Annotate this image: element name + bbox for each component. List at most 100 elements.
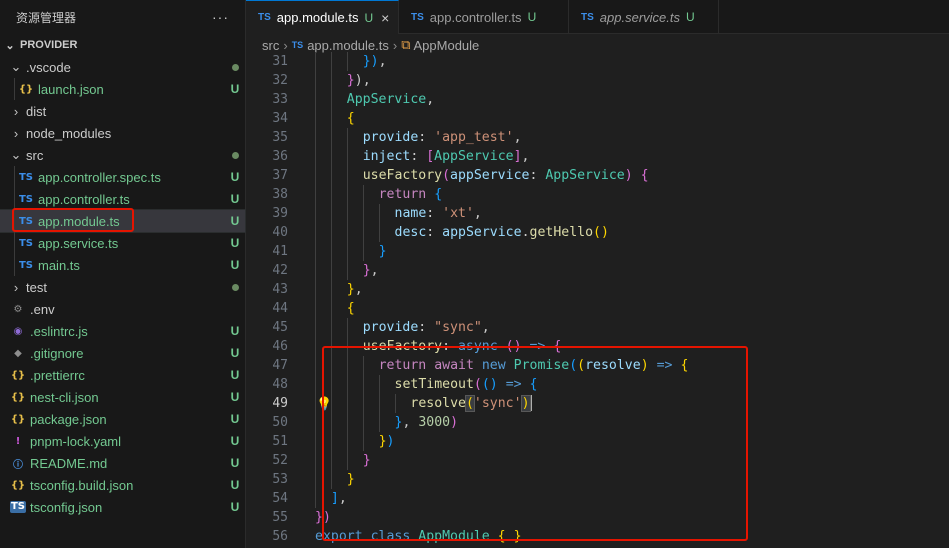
folder-item[interactable]: ⌄ .vscode xyxy=(0,56,245,78)
code-token: { xyxy=(346,301,355,316)
code-token: name xyxy=(394,206,427,221)
indent-guide xyxy=(330,280,332,299)
code-editor[interactable]: 31}), 32}), 33 AppService, 34{35 provide: 'ap… xyxy=(246,52,949,548)
git-status-badge: U xyxy=(230,170,240,184)
file-item[interactable]: ◆ .gitignore U xyxy=(0,342,245,364)
indent-guide xyxy=(330,109,332,128)
indent-guide xyxy=(14,210,15,232)
indent-guide xyxy=(362,413,364,432)
file-item[interactable]: TS app.controller.ts U xyxy=(0,188,245,210)
code-line: 34 { xyxy=(246,109,949,128)
indent-guide xyxy=(330,242,332,261)
indent-guide xyxy=(330,356,332,375)
file-item[interactable]: {} .prettierrc U xyxy=(0,364,245,386)
file-item[interactable]: ! pnpm-lock.yaml U xyxy=(0,430,245,452)
indent-guide xyxy=(330,337,332,356)
code-text: { xyxy=(347,109,355,128)
json-file-icon: {} xyxy=(18,83,34,95)
code-token: , xyxy=(338,491,347,506)
folder-item[interactable]: ⌄ src xyxy=(0,144,245,166)
file-item[interactable]: TS app.module.ts U xyxy=(0,209,246,233)
indent-guide xyxy=(330,223,332,242)
code-token: } xyxy=(346,282,355,297)
file-item[interactable]: {} tsconfig.build.json U xyxy=(0,474,245,496)
code-text: }), xyxy=(363,52,387,71)
indent-guide xyxy=(378,394,380,413)
breadcrumb-folder[interactable]: src xyxy=(262,38,279,53)
file-item[interactable]: TS tsconfig.json U xyxy=(0,496,245,518)
indent-guide xyxy=(330,432,332,451)
file-tree: ⌄ .vscode {} launch.json U › dist › node_modules… xyxy=(0,56,246,518)
file-name: app.controller.spec.ts xyxy=(38,169,161,185)
code-line: 33 AppService, xyxy=(246,90,949,109)
git-status-badge: U xyxy=(527,10,537,24)
tab-app-controller-ts[interactable]: TS app.controller.ts U xyxy=(399,0,569,34)
code-text: desc: appService.getHello() xyxy=(395,223,609,242)
indent-guide xyxy=(315,223,316,242)
indent-guide xyxy=(330,299,332,318)
folder-item[interactable]: › dist xyxy=(0,100,245,122)
lightbulb-icon[interactable]: 💡 xyxy=(316,395,332,414)
code-text: name: 'xt', xyxy=(395,204,482,223)
code-token: } xyxy=(378,244,387,259)
file-item[interactable]: TS app.controller.spec.ts U xyxy=(0,166,245,188)
code-text: export class AppModule { } xyxy=(315,527,522,546)
code-line: 37 useFactory(appService: AppService) { xyxy=(246,166,949,185)
git-status-badge: U xyxy=(230,258,240,272)
code-token: 3000 xyxy=(418,415,451,430)
code-text: ], xyxy=(331,489,347,508)
code-token: ) xyxy=(640,358,649,373)
line-number: 53 xyxy=(272,472,288,487)
indent-guide xyxy=(330,470,332,489)
indent-guide xyxy=(315,489,316,508)
indent-guide xyxy=(315,280,316,299)
tab-app-module-ts[interactable]: TS app.module.ts U × xyxy=(246,0,399,34)
code-text: provide: "sync", xyxy=(363,318,490,337)
code-text: }) xyxy=(315,508,331,527)
code-text: inject: [AppService], xyxy=(363,147,530,166)
indent-guide xyxy=(346,223,348,242)
tab-app-service-ts[interactable]: TS app.service.ts U xyxy=(569,0,719,34)
workspace-root[interactable]: ⌄ PROVIDER xyxy=(0,34,245,56)
file-item[interactable]: TS main.ts U xyxy=(0,254,245,276)
close-icon[interactable]: × xyxy=(381,10,389,26)
line-number: 54 xyxy=(272,491,288,506)
eslint-icon: ◉ xyxy=(13,325,23,337)
code-token: ( xyxy=(569,358,578,373)
modified-dot-icon xyxy=(231,64,239,71)
modified-dot-icon xyxy=(231,284,239,291)
file-item[interactable]: {} launch.json U xyxy=(0,78,245,100)
code-token: await xyxy=(434,358,474,373)
code-token: return xyxy=(378,358,427,373)
indent-guide xyxy=(315,299,316,318)
file-item[interactable]: ◉ .eslintrc.js U xyxy=(0,320,245,342)
code-text: }) xyxy=(379,432,395,451)
file-item[interactable]: TS app.service.ts U xyxy=(0,232,245,254)
code-token: ) xyxy=(450,415,459,430)
folder-item[interactable]: › test xyxy=(0,276,245,298)
code-token: new xyxy=(481,358,506,373)
chevron-down-icon: ⌄ xyxy=(10,147,22,162)
code-token: appService xyxy=(442,225,522,240)
code-text: return { xyxy=(379,185,443,204)
code-line: 31}), xyxy=(246,52,949,71)
file-item[interactable]: ⓘ README.md U xyxy=(0,452,245,474)
file-item[interactable]: {} nest-cli.json U xyxy=(0,386,245,408)
folder-item[interactable]: › node_modules xyxy=(0,122,245,144)
more-horizontal-icon[interactable]: ··· xyxy=(212,9,229,25)
indent-guide xyxy=(315,356,316,375)
file-item[interactable]: {} package.json U xyxy=(0,408,245,430)
breadcrumb-file[interactable]: app.module.ts xyxy=(307,38,389,53)
code-token: : xyxy=(418,320,435,335)
indent-guide xyxy=(330,318,332,337)
code-token: : xyxy=(410,149,427,164)
code-token: => xyxy=(505,377,522,392)
breadcrumb-symbol[interactable]: AppModule xyxy=(414,38,480,53)
code-line: 40 desc: appService.getHello() xyxy=(246,223,949,242)
file-item[interactable]: ⚙ .env xyxy=(0,298,245,320)
code-token: { xyxy=(680,358,689,373)
indent-guide xyxy=(330,128,332,147)
file-name: tsconfig.json xyxy=(30,499,103,515)
